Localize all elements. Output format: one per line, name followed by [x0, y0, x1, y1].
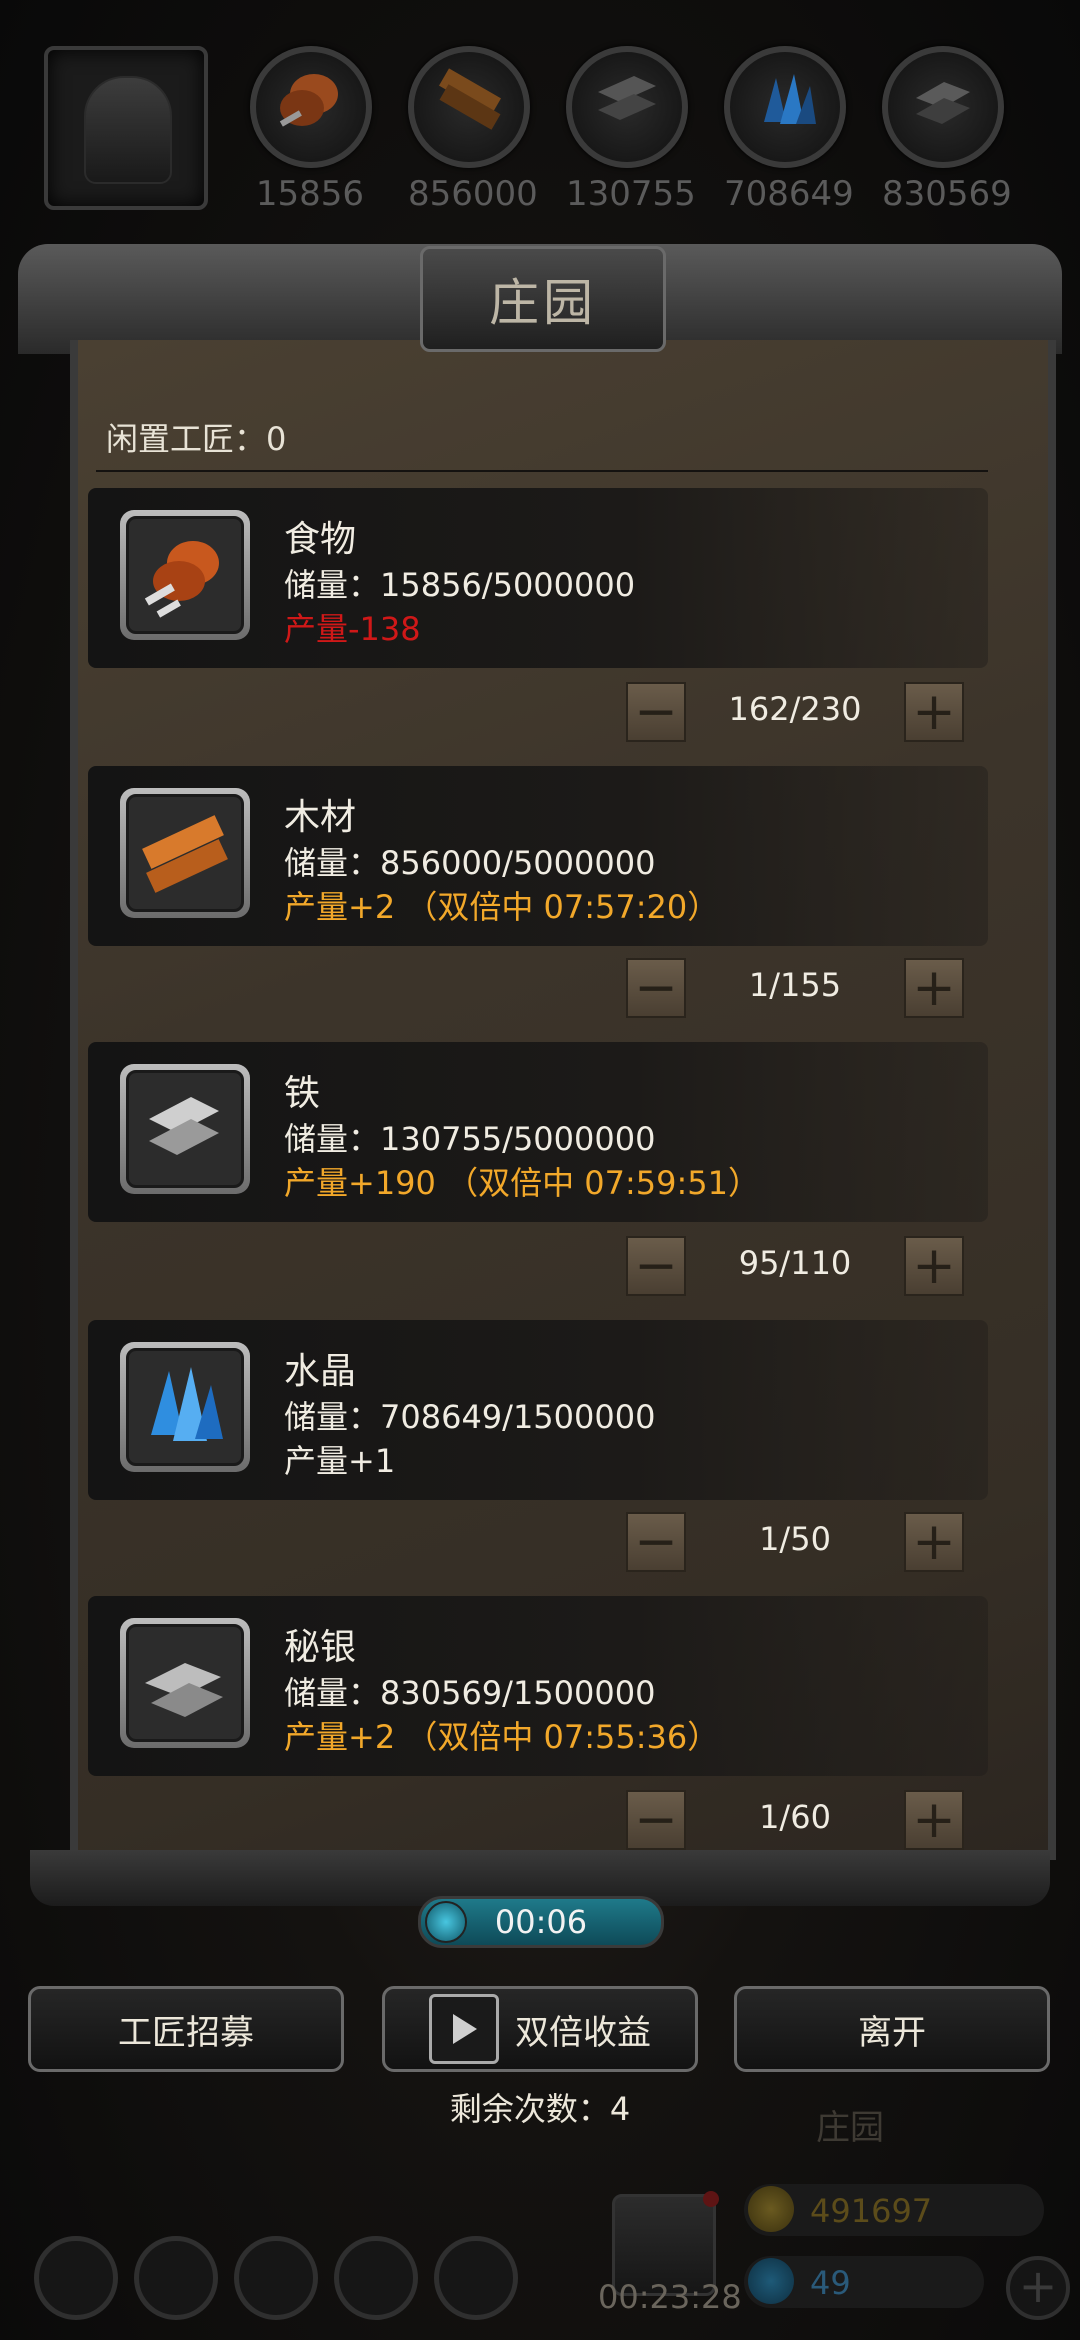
- top-resource-wood: 856000: [408, 46, 538, 214]
- double-income-button[interactable]: 双倍收益: [382, 1986, 698, 2072]
- worker-stepper-food: − 162/230 +: [626, 682, 964, 742]
- gold-value: 491697: [810, 2192, 933, 2230]
- worker-stepper-iron: − 95/110 +: [626, 1236, 964, 1296]
- worker-stepper-mithril: − 1/60 +: [626, 1790, 964, 1850]
- gold-coin-icon: [748, 2186, 794, 2232]
- resource-name: 秘银: [284, 1627, 357, 1668]
- mithril-icon: [126, 1624, 244, 1742]
- resource-production: 产量+1: [284, 1442, 396, 1480]
- collect-timer: 00:06: [418, 1896, 664, 1948]
- iron-icon: [126, 1070, 244, 1188]
- top-resource-value: 830569: [882, 174, 1012, 214]
- decrease-button[interactable]: −: [626, 1236, 686, 1296]
- iron-icon: [566, 46, 688, 168]
- resource-icon-frame: [120, 1342, 250, 1472]
- gem-icon: [748, 2258, 794, 2304]
- resource-storage: 储量：708649/1500000: [284, 1398, 656, 1436]
- resource-card-food: 食物 储量：15856/5000000 产量-138: [88, 488, 988, 668]
- gold-display: 491697: [744, 2184, 1044, 2236]
- decrease-button[interactable]: −: [626, 682, 686, 742]
- resource-name: 铁: [284, 1073, 321, 1114]
- wood-icon: [408, 46, 530, 168]
- top-resource-mithril: 830569: [882, 46, 1012, 214]
- divider: [96, 470, 988, 472]
- worker-stepper-crystal: − 1/50 +: [626, 1512, 964, 1572]
- resource-name: 食物: [284, 519, 357, 560]
- increase-button[interactable]: +: [904, 958, 964, 1018]
- resource-storage: 储量：856000/5000000: [284, 844, 656, 882]
- panel-title: 庄园: [489, 274, 597, 332]
- resource-production: 产量+190 （双倍中 07:59:51）: [284, 1164, 760, 1202]
- recruit-button[interactable]: 工匠招募: [28, 1986, 344, 2072]
- recruit-label: 工匠招募: [118, 2012, 254, 2053]
- worker-count: 1/60: [759, 1798, 831, 1836]
- resource-name: 水晶: [284, 1351, 357, 1392]
- top-resource-value: 130755: [566, 174, 696, 214]
- worker-count: 1/155: [748, 966, 842, 1004]
- resource-production: 产量+2 （双倍中 07:55:36）: [284, 1718, 720, 1756]
- top-resource-iron: 130755: [566, 46, 696, 214]
- increase-button[interactable]: +: [904, 1236, 964, 1296]
- top-resource-value: 856000: [408, 174, 538, 214]
- resource-icon-frame: [120, 1064, 250, 1194]
- panel-title-plate: 庄园: [420, 246, 666, 352]
- increase-button[interactable]: +: [904, 1790, 964, 1850]
- worker-count: 1/50: [759, 1520, 831, 1558]
- notification-dot: [703, 2191, 719, 2207]
- resource-production: 产量+2 （双倍中 07:57:20）: [284, 888, 720, 926]
- resource-card-crystal: 水晶 储量：708649/1500000 产量+1: [88, 1320, 988, 1500]
- increase-button[interactable]: +: [904, 1512, 964, 1572]
- worker-count: 162/230: [728, 690, 862, 728]
- avatar[interactable]: [44, 46, 208, 210]
- idle-workers: 闲置工匠：0: [106, 420, 287, 458]
- crystal-icon: [724, 46, 846, 168]
- wood-icon: [126, 794, 244, 912]
- settings-icon[interactable]: [34, 2236, 118, 2320]
- emblem-icon[interactable]: [134, 2236, 218, 2320]
- dice-icon[interactable]: [434, 2236, 518, 2320]
- decrease-button[interactable]: −: [626, 958, 686, 1018]
- resource-icon-frame: [120, 510, 250, 640]
- resource-storage: 储量：130755/5000000: [284, 1120, 656, 1158]
- food-icon: [126, 516, 244, 634]
- double-income-label: 双倍收益: [515, 2012, 651, 2053]
- resource-card-iron: 铁 储量：130755/5000000 产量+190 （双倍中 07:59:51…: [88, 1042, 988, 1222]
- location-label: 庄园: [816, 2108, 884, 2148]
- resource-card-mithril: 秘银 储量：830569/1500000 产量+2 （双倍中 07:55:36）: [88, 1596, 988, 1776]
- food-icon: [250, 46, 372, 168]
- mail-icon[interactable]: [334, 2236, 418, 2320]
- worker-count: 95/110: [738, 1244, 852, 1282]
- leave-button[interactable]: 离开: [734, 1986, 1050, 2072]
- top-resource-value: 708649: [724, 174, 854, 214]
- resource-storage: 储量：830569/1500000: [284, 1674, 656, 1712]
- timer-text: 00:06: [494, 1903, 588, 1941]
- resource-icon-frame: [120, 788, 250, 918]
- resource-storage: 储量：15856/5000000: [284, 566, 636, 604]
- play-icon: [429, 1994, 499, 2064]
- crystal-icon: [126, 1348, 244, 1466]
- top-resource-value: 15856: [255, 174, 365, 214]
- resource-card-wood: 木材 储量：856000/5000000 产量+2 （双倍中 07:57:20）: [88, 766, 988, 946]
- gem-display: 49: [744, 2256, 984, 2308]
- resource-icon-frame: [120, 1618, 250, 1748]
- decrease-button[interactable]: −: [626, 1790, 686, 1850]
- increase-button[interactable]: +: [904, 682, 964, 742]
- leave-label: 离开: [858, 2012, 926, 2053]
- worker-stepper-wood: − 1/155 +: [626, 958, 964, 1018]
- resource-production: 产量-138: [284, 610, 421, 648]
- helmet-icon: [84, 76, 172, 184]
- add-currency-button[interactable]: +: [1006, 2256, 1070, 2320]
- remaining-count: 剩余次数：4: [449, 2090, 631, 2128]
- mithril-icon: [882, 46, 1004, 168]
- top-resource-crystal: 708649: [724, 46, 854, 214]
- gem-value: 49: [810, 2264, 851, 2302]
- castle-icon[interactable]: [234, 2236, 318, 2320]
- top-resource-food: 15856: [250, 46, 372, 214]
- chest-timer: 00:23:28: [598, 2278, 742, 2316]
- decrease-button[interactable]: −: [626, 1512, 686, 1572]
- resource-name: 木材: [284, 797, 357, 838]
